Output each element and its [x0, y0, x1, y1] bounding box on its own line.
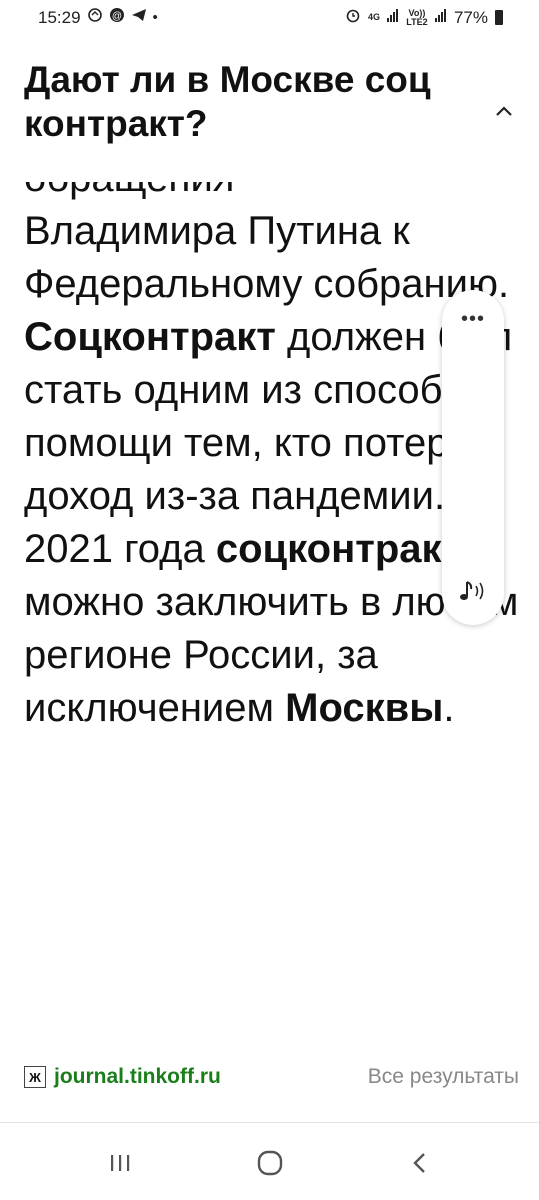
battery-percent: 77%: [453, 7, 488, 27]
bold-keyword: Москвы: [285, 686, 444, 730]
home-icon: [257, 1150, 283, 1176]
collapse-button[interactable]: [489, 96, 519, 126]
chevron-up-icon: [496, 106, 512, 116]
bold-keyword: Соцконтракт: [24, 315, 276, 359]
text-segment: .: [443, 686, 455, 730]
navigation-bar: [0, 1135, 539, 1190]
signal-icon: [386, 8, 399, 27]
alarm-icon: [345, 7, 361, 28]
network-4g-label: 4G: [367, 12, 380, 22]
divider: [0, 1122, 539, 1123]
text-segment: Владимира Путина к Федеральному собранию…: [24, 209, 510, 306]
status-left: 15:29 @ •: [38, 7, 158, 28]
more-options-icon[interactable]: •••: [442, 308, 504, 331]
signal-icon-2: [434, 8, 447, 27]
source-row: Ж journal.tinkoff.ru Все результаты: [24, 1062, 519, 1092]
source-link[interactable]: journal.tinkoff.ru: [54, 1065, 221, 1089]
battery-icon: [495, 10, 503, 25]
svg-text:@: @: [111, 11, 121, 22]
home-button[interactable]: [250, 1145, 290, 1181]
source-left: Ж journal.tinkoff.ru: [24, 1065, 221, 1089]
status-right: 4G Vo)) LTE2 77%: [345, 7, 503, 28]
dot-icon: •: [152, 8, 158, 26]
sync-icon: [87, 7, 103, 28]
recent-apps-button[interactable]: [100, 1145, 140, 1181]
status-bar: 15:29 @ • 4G Vo)) LTE2 77%: [0, 0, 539, 36]
answer-header: Дают ли в Москве соц контракт?: [24, 58, 474, 146]
status-time: 15:29: [38, 7, 81, 27]
back-icon: [413, 1153, 425, 1173]
bold-keyword: соцконтракт: [215, 527, 462, 571]
site-favicon-icon: Ж: [24, 1066, 46, 1088]
page-title: Дают ли в Москве соц контракт?: [24, 59, 431, 144]
telegram-icon: [131, 7, 147, 28]
read-aloud-icon[interactable]: [455, 576, 491, 606]
notification-icon: @: [109, 7, 125, 28]
volte-label: Vo)) LTE2: [406, 7, 428, 27]
recent-apps-icon: [111, 1155, 130, 1171]
content-top-clip: [0, 174, 539, 182]
back-button[interactable]: [400, 1145, 440, 1181]
all-results-link[interactable]: Все результаты: [368, 1065, 519, 1089]
floating-toolbar: •••: [442, 290, 504, 625]
